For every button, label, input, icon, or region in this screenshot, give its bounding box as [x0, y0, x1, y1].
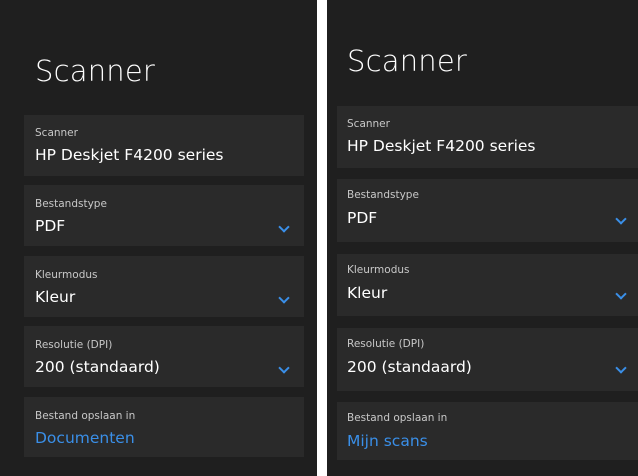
save-location-field[interactable]: Bestand opslaan in Mijn scans	[337, 402, 638, 460]
file-type-value: PDF	[35, 217, 66, 235]
file-type-label: Bestandstype	[347, 189, 419, 201]
save-location-link[interactable]: Mijn scans	[347, 432, 428, 450]
scanner-label: Scanner	[347, 118, 390, 130]
save-location-link[interactable]: Documenten	[35, 429, 135, 447]
page-title: Scanner	[35, 54, 156, 88]
resolution-value: 200 (standaard)	[35, 358, 160, 376]
resolution-value: 200 (standaard)	[347, 358, 472, 376]
color-mode-dropdown[interactable]: Kleurmodus Kleur	[24, 256, 304, 317]
scanner-select[interactable]: Scanner HP Deskjet F4200 series	[337, 106, 638, 168]
scanner-select[interactable]: Scanner HP Deskjet F4200 series	[24, 115, 304, 176]
chevron-down-icon	[615, 362, 627, 374]
file-type-label: Bestandstype	[35, 198, 107, 210]
scanner-label: Scanner	[35, 127, 78, 139]
chevron-down-icon	[278, 292, 290, 304]
resolution-dropdown[interactable]: Resolutie (DPI) 200 (standaard)	[24, 326, 304, 387]
scanner-panel-right: Scanner Scanner HP Deskjet F4200 series …	[327, 0, 638, 476]
color-mode-value: Kleur	[35, 288, 76, 306]
scanner-panel-left: Scanner Scanner HP Deskjet F4200 series …	[0, 0, 317, 476]
color-mode-value: Kleur	[347, 284, 388, 302]
file-type-dropdown[interactable]: Bestandstype PDF	[337, 179, 638, 242]
color-mode-label: Kleurmodus	[35, 269, 98, 281]
file-type-value: PDF	[347, 209, 378, 227]
page-title: Scanner	[347, 44, 468, 78]
color-mode-dropdown[interactable]: Kleurmodus Kleur	[337, 254, 638, 316]
scanner-value: HP Deskjet F4200 series	[35, 146, 224, 164]
chevron-down-icon	[278, 221, 290, 233]
resolution-label: Resolutie (DPI)	[35, 339, 113, 351]
save-location-field[interactable]: Bestand opslaan in Documenten	[24, 397, 304, 457]
chevron-down-icon	[278, 362, 290, 374]
file-type-dropdown[interactable]: Bestandstype PDF	[24, 185, 304, 246]
save-location-label: Bestand opslaan in	[347, 412, 448, 424]
color-mode-label: Kleurmodus	[347, 264, 410, 276]
save-location-label: Bestand opslaan in	[35, 410, 136, 422]
resolution-label: Resolutie (DPI)	[347, 338, 425, 350]
resolution-dropdown[interactable]: Resolutie (DPI) 200 (standaard)	[337, 328, 638, 391]
scanner-value: HP Deskjet F4200 series	[347, 137, 536, 155]
chevron-down-icon	[615, 213, 627, 225]
chevron-down-icon	[615, 288, 627, 300]
